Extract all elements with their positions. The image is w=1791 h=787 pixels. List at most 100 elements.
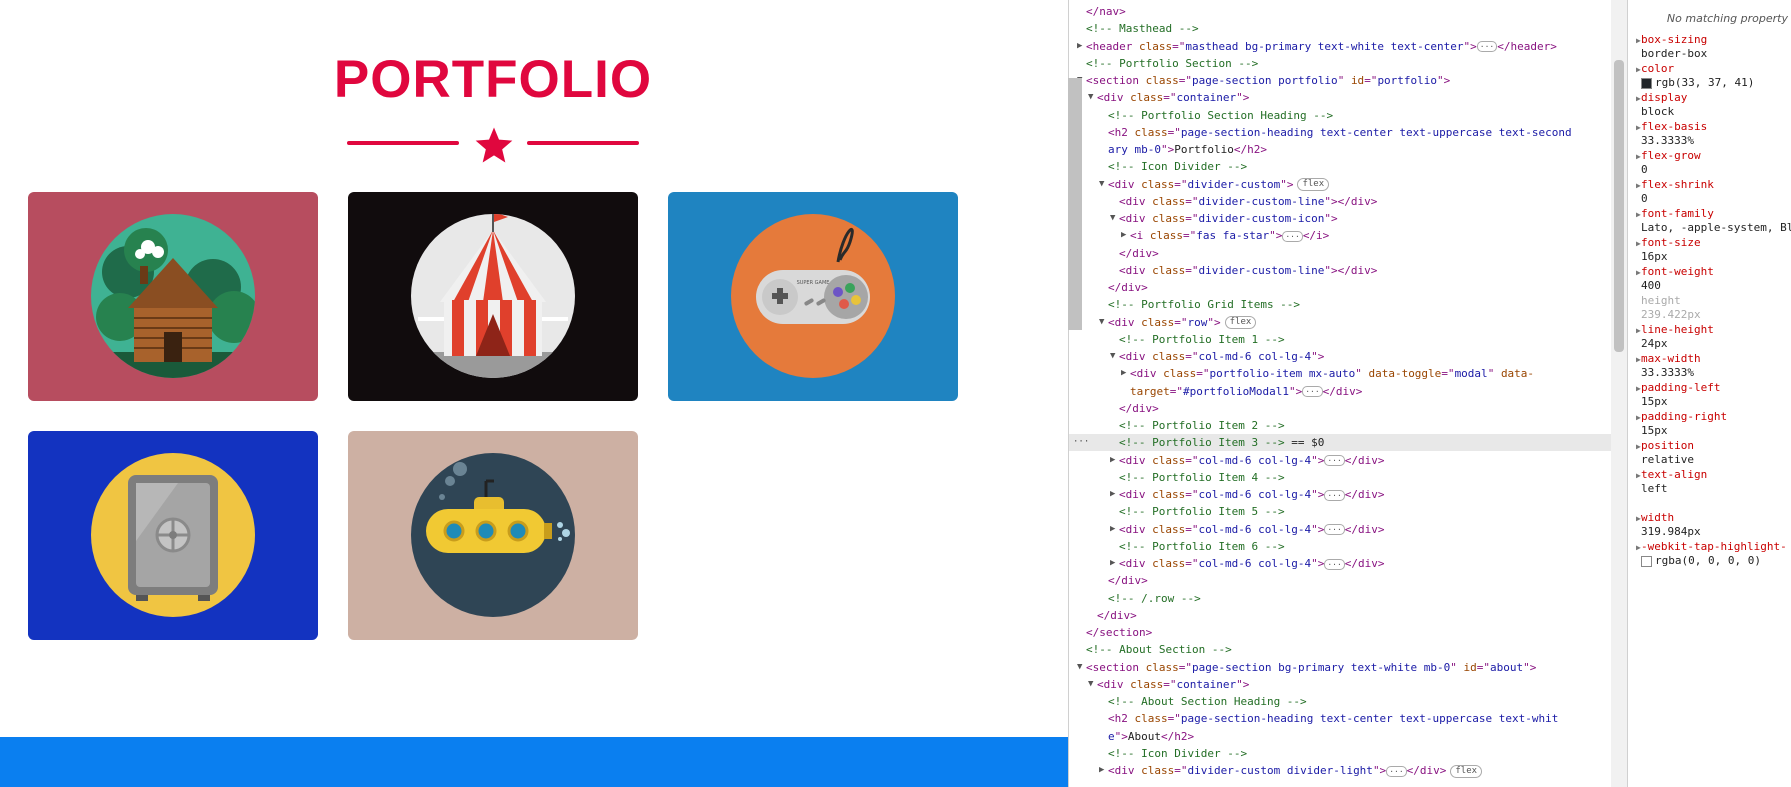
portfolio-item-game-controller[interactable]: SUPER GAME <box>668 192 958 401</box>
dom-node-line[interactable]: <!-- /.row --> <box>1069 590 1611 607</box>
dom-node-line[interactable]: <!-- Portfolio Item 4 --> <box>1069 469 1611 486</box>
dom-node-line[interactable]: <!-- Masthead --> <box>1069 20 1611 37</box>
collapse-triangle-icon[interactable]: ▼ <box>1110 210 1115 227</box>
dom-node-line[interactable]: <div class="divider-custom-line"></div> <box>1069 193 1611 210</box>
computed-style-property[interactable]: ▶ display block <box>1628 91 1791 119</box>
dom-node-line[interactable]: <!-- Portfolio Grid Items --> <box>1069 296 1611 313</box>
ellipsis-badge[interactable]: ··· <box>1324 524 1345 535</box>
collapse-triangle-icon[interactable]: ▼ <box>1088 676 1093 693</box>
dom-node-line[interactable]: <!-- Portfolio Section Heading --> <box>1069 107 1611 124</box>
portfolio-item-cabin[interactable] <box>28 192 318 401</box>
dom-node-line[interactable]: </section> <box>1069 624 1611 641</box>
elements-tree[interactable]: </nav> <!-- Masthead --> ▶ <header class="m… <box>1069 0 1611 787</box>
dom-node-line[interactable]: </div> <box>1069 279 1611 296</box>
expand-triangle-icon[interactable]: ▶ <box>1121 365 1126 382</box>
dom-node-line[interactable]: <!-- Portfolio Item 2 --> <box>1069 417 1611 434</box>
dom-node-line[interactable]: <!-- Portfolio Item 1 --> <box>1069 331 1611 348</box>
dom-node-line[interactable]: <div class="divider-custom-line"></div> <box>1069 262 1611 279</box>
dom-node-line[interactable]: ▶ <div class="col-md-6 col-lg-4"> ··· </div… <box>1069 555 1611 572</box>
elements-scrollbar-thumb[interactable] <box>1614 60 1624 352</box>
ellipsis-badge[interactable]: ··· <box>1476 41 1498 52</box>
dom-node-line[interactable]: ▼ <div class="divider-custom"> flex <box>1069 176 1611 193</box>
dom-node-line[interactable]: ▼ <div class="col-md-6 col-lg-4"> <box>1069 348 1611 365</box>
computed-style-property[interactable]: ▶ font-size 16px <box>1628 236 1791 264</box>
dom-node-line[interactable]: <!-- Icon Divider --> <box>1069 158 1611 175</box>
node-options-icon[interactable]: ··· <box>1073 434 1089 451</box>
dom-node-line[interactable]: ▶ <div class="col-md-6 col-lg-4"> ··· </div… <box>1069 452 1611 469</box>
expand-triangle-icon[interactable]: ▶ <box>1110 555 1115 572</box>
computed-style-property[interactable]: ▶ width 319.984px <box>1628 511 1791 539</box>
dom-node-line[interactable]: ▶ <div class="col-md-6 col-lg-4"> ··· </div… <box>1069 486 1611 503</box>
dom-node-line[interactable]: </div> <box>1069 572 1611 589</box>
ellipsis-badge[interactable]: ··· <box>1324 455 1345 466</box>
dom-node-line[interactable]: ▼ <div class="container"> <box>1069 676 1611 693</box>
dom-node-line[interactable]: target="#portfolioModal1"> ··· </div> <box>1069 383 1611 400</box>
collapse-triangle-icon[interactable]: ▼ <box>1099 314 1104 331</box>
portfolio-item-circus-tent[interactable] <box>348 192 638 401</box>
portfolio-item-submarine[interactable] <box>348 431 638 640</box>
dom-node-line[interactable]: ··· <!-- Portfolio Item 3 --> == $0 <box>1069 434 1611 452</box>
dom-node-line[interactable]: <!-- About Section --> <box>1069 641 1611 658</box>
ellipsis-badge[interactable]: ··· <box>1386 765 1407 777</box>
computed-style-property[interactable]: ▶ flex-shrink 0 <box>1628 178 1791 206</box>
dom-node-line[interactable]: ▼ <div class="container"> <box>1069 89 1611 106</box>
dom-node-line[interactable]: ary mb-0">Portfolio</h2> <box>1069 141 1611 158</box>
dom-node-line[interactable]: ▶ <div class="col-md-6 col-lg-4"> ··· </div… <box>1069 521 1611 538</box>
portfolio-item-safe[interactable] <box>28 431 318 640</box>
computed-style-property[interactable]: ▶ flex-grow 0 <box>1628 149 1791 177</box>
computed-style-property[interactable]: ▶ padding-left 15px <box>1628 381 1791 409</box>
expand-triangle-icon[interactable]: ▶ <box>1077 38 1082 55</box>
dom-node-line[interactable]: ▼ <section class="page-section bg-primary… <box>1069 659 1611 676</box>
computed-style-property[interactable]: ▶-webkit-tap-highlight-crgba(0, 0, 0, 0) <box>1628 540 1791 568</box>
collapse-triangle-icon[interactable]: ▼ <box>1077 659 1082 676</box>
dom-node-line[interactable]: ▼ <div class="row"> flex <box>1069 314 1611 331</box>
collapse-triangle-icon[interactable]: ▼ <box>1110 348 1115 365</box>
expand-triangle-icon[interactable]: ▶ <box>1110 486 1115 503</box>
ellipsis-badge[interactable]: ··· <box>1324 558 1345 570</box>
ellipsis-badge[interactable]: ··· <box>1282 230 1303 242</box>
dom-node-line[interactable]: <!-- Portfolio Item 6 --> <box>1069 538 1611 555</box>
dom-node-line[interactable]: </div> <box>1069 400 1611 417</box>
collapse-triangle-icon[interactable]: ▼ <box>1099 176 1104 193</box>
expand-triangle-icon[interactable]: ▶ <box>1110 452 1115 469</box>
expand-triangle-icon[interactable]: ▶ <box>1121 227 1126 244</box>
dom-node-line[interactable]: <h2 class="page-section-heading text-cen… <box>1069 124 1611 141</box>
computed-style-property[interactable]: ▶ max-width 33.3333% <box>1628 352 1791 380</box>
dom-node-line[interactable]: </nav> <box>1069 3 1611 20</box>
dom-node-line[interactable]: <!-- About Section Heading --> <box>1069 693 1611 710</box>
devtools-scrollbar-thumb[interactable] <box>1068 78 1082 330</box>
computed-style-property[interactable]: ▶ box-sizing border-box <box>1628 33 1791 61</box>
collapse-triangle-icon[interactable]: ▼ <box>1088 89 1093 106</box>
dom-node-line[interactable]: <!-- Icon Divider --> <box>1069 745 1611 762</box>
dom-node-line[interactable]: ▶ <div class="divider-custom divider-ligh… <box>1069 762 1611 779</box>
expand-triangle-icon[interactable]: ▶ <box>1110 521 1115 538</box>
dom-node-line[interactable]: <!-- Portfolio Section --> <box>1069 55 1611 72</box>
computed-style-property[interactable]: height 239.422px <box>1628 294 1791 322</box>
dom-node-line[interactable]: ▶ <div class="portfolio-item mx-auto" dat… <box>1069 365 1611 382</box>
computed-style-property[interactable]: ▶ font-family Lato, -apple-system, Bl <box>1628 207 1791 235</box>
dom-node-line[interactable]: </div> <box>1069 607 1611 624</box>
dom-node-line[interactable]: e">About</h2> <box>1069 728 1611 745</box>
dom-node-line[interactable]: ▼<section class="page-section portfolio"… <box>1069 72 1611 89</box>
expand-triangle-icon[interactable]: ▶ <box>1099 762 1104 779</box>
computed-style-property[interactable]: ▶ position relative <box>1628 439 1791 467</box>
color-swatch-icon[interactable] <box>1641 77 1652 89</box>
dom-node-line[interactable]: </div> <box>1069 245 1611 262</box>
dom-node-line[interactable]: ▶ <i class="fas fa-star"> ··· </i> <box>1069 227 1611 244</box>
computed-style-property[interactable]: ▶ font-weight 400 <box>1628 265 1791 293</box>
dom-node-line[interactable]: <!-- Portfolio Item 5 --> <box>1069 503 1611 520</box>
dom-node-line[interactable]: <h2 class="page-section-heading text-cen… <box>1069 710 1611 727</box>
ellipsis-badge[interactable]: ··· <box>1324 489 1345 501</box>
ellipsis-badge[interactable]: ··· <box>1302 386 1323 397</box>
computed-style-property[interactable]: ▶ padding-right 15px <box>1628 410 1791 438</box>
flex-badge[interactable]: flex <box>1450 764 1483 778</box>
color-swatch-icon[interactable] <box>1641 555 1652 567</box>
dom-node-line[interactable]: ▼ <div class="divider-custom-icon"> <box>1069 210 1611 227</box>
computed-style-property[interactable]: ▶ text-align left <box>1628 468 1791 496</box>
computed-style-property[interactable]: ▶ flex-basis 33.3333% <box>1628 120 1791 148</box>
flex-badge[interactable]: flex <box>1297 178 1330 191</box>
computed-style-property[interactable]: ▶ color rgb(33, 37, 41) <box>1628 62 1791 90</box>
dom-node-line[interactable]: ▶ <header class="masthead bg-primary text… <box>1069 38 1611 55</box>
flex-badge[interactable]: flex <box>1224 316 1257 329</box>
computed-style-property[interactable]: ▶ line-height 24px <box>1628 323 1791 351</box>
